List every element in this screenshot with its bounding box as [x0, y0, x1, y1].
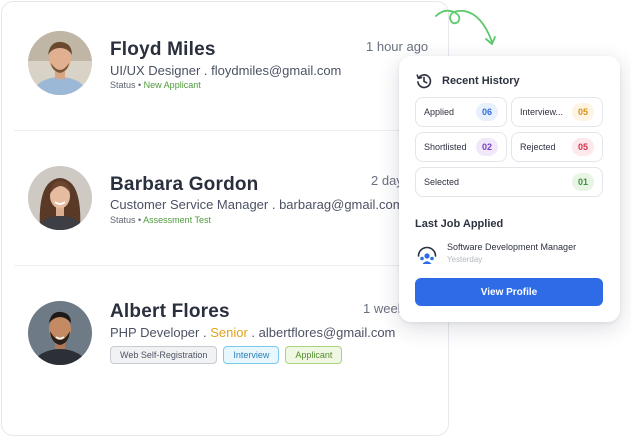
candidate-title: Customer Service Manager: [110, 197, 269, 212]
stat-count: 02: [476, 138, 498, 156]
candidate-role: Customer Service Manager . barbarag@gmai…: [110, 197, 404, 212]
candidate-email[interactable]: floydmiles@gmail.com: [211, 63, 341, 78]
stat-label: Selected: [424, 177, 460, 187]
status-label: Status: [110, 80, 136, 90]
seniority-level: Senior: [210, 325, 248, 340]
view-profile-button[interactable]: View Profile: [415, 278, 603, 306]
candidate-list: Floyd Miles UI/UX Designer . floydmiles@…: [1, 1, 449, 436]
stat-shortlisted[interactable]: Shortlisted 02: [415, 132, 507, 162]
avatar: [28, 166, 92, 230]
stat-count: 05: [572, 138, 594, 156]
stat-label: Rejected: [520, 142, 556, 152]
candidate-time: 1 hour ago: [366, 39, 429, 54]
history-icon: [416, 74, 432, 89]
status-value: Assessment Test: [143, 215, 212, 225]
stat-applied[interactable]: Applied 06: [415, 97, 507, 127]
stat-count: 06: [476, 103, 498, 121]
curly-arrow-icon: [435, 9, 496, 45]
status-label: Status: [110, 215, 136, 225]
last-job-name[interactable]: Software Development Manager: [447, 242, 576, 252]
candidate-title: PHP Developer: [110, 325, 200, 340]
candidate-name[interactable]: Floyd Miles: [110, 39, 216, 61]
last-job-date: Yesterday: [447, 255, 483, 264]
tag-type[interactable]: Applicant: [285, 346, 343, 364]
candidate-card[interactable]: Barbara Gordon Customer Service Manager …: [2, 131, 448, 265]
separator: .: [199, 325, 211, 340]
candidate-status: Status • New Applicant: [110, 80, 201, 90]
candidate-role: UI/UX Designer . floydmiles@gmail.com: [110, 63, 341, 78]
status-separator: •: [135, 80, 144, 90]
candidate-name[interactable]: Barbara Gordon: [110, 174, 259, 196]
candidate-email[interactable]: barbarag@gmail.com: [279, 197, 403, 212]
separator: .: [268, 197, 280, 212]
candidate-tags: Web Self-Registration Interview Applican…: [110, 346, 343, 364]
separator: .: [200, 63, 212, 78]
candidate-status: Status • Assessment Test: [110, 215, 211, 225]
history-header: Recent History: [415, 72, 520, 90]
status-value: New Applicant: [143, 80, 201, 90]
stat-rejected[interactable]: Rejected 05: [511, 132, 603, 162]
candidate-name[interactable]: Albert Flores: [110, 301, 230, 323]
tag-stage[interactable]: Interview: [223, 346, 280, 364]
tag-source[interactable]: Web Self-Registration: [110, 346, 218, 364]
candidate-role: PHP Developer . Senior . albertflores@gm…: [110, 325, 395, 340]
stat-label: Applied: [424, 107, 455, 117]
recent-history-panel: Recent History Applied 06 Interview... 0…: [399, 56, 620, 322]
history-title: Recent History: [442, 75, 520, 87]
candidate-title: UI/UX Designer: [110, 63, 201, 78]
job-team-icon: [417, 246, 437, 264]
separator: .: [247, 325, 259, 340]
candidate-card[interactable]: Floyd Miles UI/UX Designer . floydmiles@…: [2, 2, 448, 130]
stat-count: 05: [572, 103, 594, 121]
candidate-email[interactable]: albertflores@gmail.com: [259, 325, 396, 340]
candidate-card[interactable]: Albert Flores PHP Developer . Senior . a…: [2, 266, 448, 435]
last-job-title: Last Job Applied: [415, 218, 504, 230]
avatar: [28, 31, 92, 95]
stat-selected[interactable]: Selected 01: [415, 167, 603, 197]
avatar: [28, 301, 92, 365]
stat-label: Interview...: [520, 107, 564, 117]
stat-count: 01: [572, 173, 594, 191]
stat-interview[interactable]: Interview... 05: [511, 97, 603, 127]
stat-label: Shortlisted: [424, 142, 467, 152]
